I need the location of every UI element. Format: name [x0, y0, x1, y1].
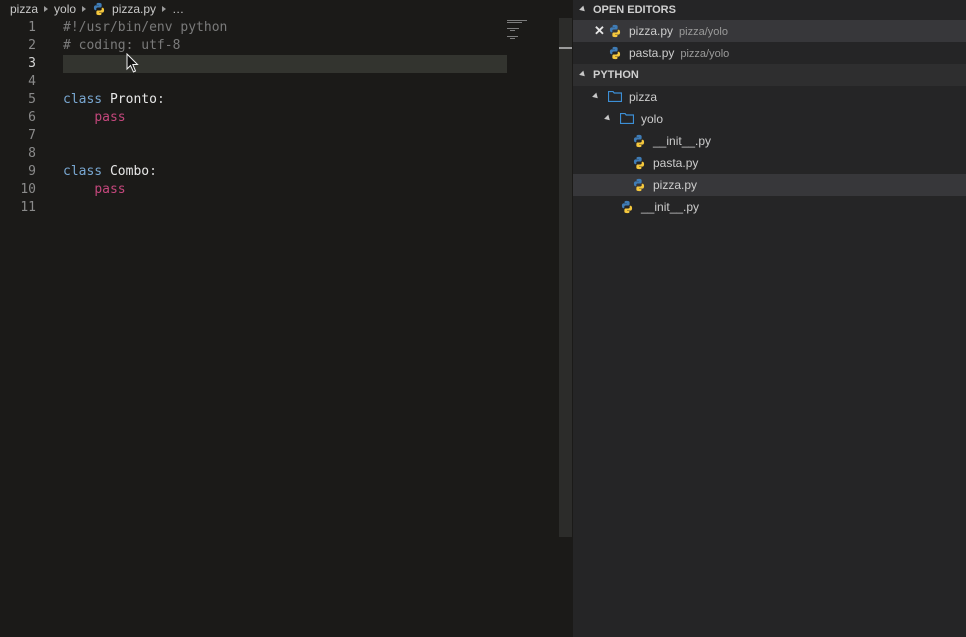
line-number: 7 [28, 128, 36, 143]
line-number: 6 [28, 110, 36, 125]
code-token: Combo [109, 164, 150, 179]
tree-label: __init__.py [653, 134, 712, 148]
tree-folder-yolo[interactable]: yolo [573, 108, 966, 130]
mouse-pointer-icon [126, 53, 139, 73]
python-icon [632, 178, 646, 192]
code-token: pass [94, 110, 126, 125]
explorer-sidebar: OPEN EDITORS ✕ pizza.py pizza/yolo pasta.… [573, 0, 966, 637]
tree-folder-pizza[interactable]: pizza [573, 86, 966, 108]
collapse-chevron-icon [579, 5, 587, 14]
code-line[interactable]: 9 class Combo: [0, 163, 560, 181]
breadcrumb-item-pizza[interactable]: pizza [10, 2, 38, 16]
code-text: #!/usr/bin/env python [63, 19, 227, 37]
code-text: # coding: utf-8 [63, 37, 180, 55]
code-token: Pronto [109, 92, 157, 107]
tree-file-pizza[interactable]: pizza.py [573, 174, 966, 196]
code-line[interactable]: 2 # coding: utf-8 [0, 37, 560, 55]
python-icon [632, 156, 646, 170]
breadcrumb-chevron-icon [44, 6, 49, 12]
line-number: 3 [28, 56, 36, 71]
tree-label: __init__.py [641, 200, 700, 214]
line-number: 4 [28, 74, 36, 89]
code-text: class Combo: [63, 163, 157, 181]
code-token: # coding: utf-8 [63, 38, 181, 53]
code-token: #!/usr/bin/env python [63, 20, 228, 35]
minimap[interactable] [506, 18, 530, 42]
editor-scrollbar[interactable] [559, 18, 572, 537]
code-token: class [63, 92, 103, 107]
collapse-chevron-icon [579, 70, 587, 79]
code-token: : [156, 92, 165, 107]
open-editor-item-pasta[interactable]: pasta.py pizza/yolo [573, 42, 966, 64]
breadcrumb-item-symbols[interactable]: … [172, 2, 184, 16]
tree-file-init-pizza[interactable]: __init__.py [573, 196, 966, 218]
code-line[interactable]: 5 class Pronto: [0, 91, 560, 109]
open-editor-path: pizza/yolo [679, 26, 728, 38]
open-editors-header[interactable]: OPEN EDITORS [573, 0, 966, 20]
open-editor-path: pizza/yolo [680, 48, 730, 60]
tree-label: pizza [629, 90, 658, 104]
code-line[interactable]: 10 pass [0, 181, 560, 199]
open-editor-item-pizza[interactable]: ✕ pizza.py pizza/yolo [573, 20, 966, 42]
tree-file-pasta[interactable]: pasta.py [573, 152, 966, 174]
breadcrumb-item-yolo[interactable]: yolo [54, 2, 76, 16]
open-editor-filename: pizza.py [629, 24, 674, 38]
python-icon [620, 200, 634, 214]
code-line[interactable]: 8 [0, 145, 560, 163]
code-line[interactable]: 11 [0, 199, 560, 217]
code-line[interactable]: 1 #!/usr/bin/env python [0, 19, 560, 37]
code-text: pass [63, 181, 126, 199]
code-text: class Pronto: [63, 91, 165, 109]
line-number: 9 [28, 164, 36, 179]
code-line[interactable]: 4 [0, 73, 560, 91]
python-icon [632, 134, 646, 148]
line-number: 11 [20, 200, 36, 215]
line-number: 8 [28, 146, 36, 161]
line-number: 5 [28, 92, 36, 107]
line-number: 1 [28, 20, 36, 35]
python-icon [608, 46, 622, 60]
tree-label: pasta.py [653, 156, 699, 170]
breadcrumb-item-file[interactable]: pizza.py [112, 2, 156, 16]
code-line[interactable]: 7 [0, 127, 560, 145]
folder-icon [608, 91, 622, 102]
close-icon[interactable]: ✕ [594, 20, 605, 42]
breadcrumb: pizza yolo pizza.py … [10, 0, 184, 18]
scrollbar-cursor-marker [559, 47, 572, 49]
project-folder-title: PYTHON [593, 69, 639, 81]
breadcrumb-chevron-icon [82, 6, 87, 12]
expand-chevron-icon [604, 114, 612, 123]
open-editor-filename: pasta.py [629, 46, 675, 60]
code-token: pass [94, 182, 126, 197]
code-line[interactable]: 3 [0, 55, 560, 73]
line-number: 2 [28, 38, 36, 53]
code-token: : [149, 164, 157, 179]
tree-label: pizza.py [653, 178, 698, 192]
code-line[interactable]: 6 pass [0, 109, 560, 127]
code-token: class [63, 164, 103, 179]
code-area[interactable]: 1 #!/usr/bin/env python 2 # coding: utf-8 3 4… [0, 19, 560, 217]
project-folder-header[interactable]: PYTHON [573, 64, 966, 86]
code-text: pass [63, 109, 126, 127]
python-icon [92, 2, 106, 16]
python-icon [608, 24, 622, 38]
open-editors-title: OPEN EDITORS [593, 4, 676, 16]
tree-label: yolo [641, 112, 664, 126]
editor-pane[interactable]: pizza yolo pizza.py … 1 #!/usr/bin/env py… [0, 0, 573, 637]
expand-chevron-icon [592, 92, 600, 101]
folder-icon [620, 113, 634, 124]
breadcrumb-chevron-icon [162, 6, 167, 12]
tree-file-init-yolo[interactable]: __init__.py [573, 130, 966, 152]
line-number: 10 [20, 182, 36, 197]
